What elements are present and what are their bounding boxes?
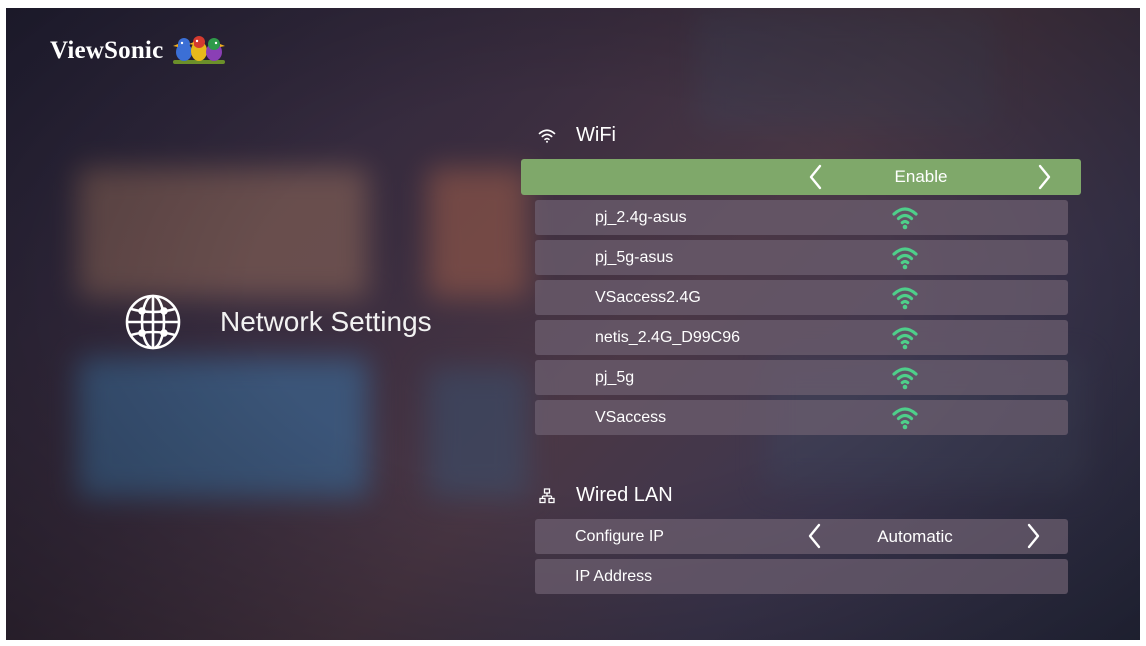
wired-lan-section-label: Wired LAN xyxy=(576,484,673,506)
configure-ip-label: Configure IP xyxy=(575,528,664,545)
chevron-left-icon[interactable] xyxy=(805,162,827,192)
brand-logo: ViewSonic xyxy=(50,34,227,68)
wifi-network-row[interactable]: pj_5g-asus xyxy=(535,240,1068,275)
brand-name: ViewSonic xyxy=(50,37,164,64)
wifi-icon xyxy=(537,126,557,146)
wifi-network-row[interactable]: pj_2.4g-asus xyxy=(535,200,1068,235)
ip-address-row[interactable]: IP Address xyxy=(535,559,1068,594)
birds-logo-icon xyxy=(173,36,226,64)
chevron-right-icon[interactable] xyxy=(1022,521,1044,551)
globe-icon xyxy=(125,294,181,350)
wifi-network-name: pj_2.4g-asus xyxy=(595,209,687,226)
ip-address-label: IP Address xyxy=(575,568,653,585)
wifi-toggle-value: Enable xyxy=(894,167,948,186)
wifi-network-row[interactable]: netis_2.4G_D99C96 xyxy=(535,320,1068,355)
chevron-right-icon[interactable] xyxy=(1033,162,1055,192)
wifi-section-header: WiFi xyxy=(537,124,616,147)
wifi-network-row[interactable]: VSaccess xyxy=(535,400,1068,435)
chevron-left-icon[interactable] xyxy=(804,521,826,551)
configure-ip-row[interactable]: Configure IP Automatic xyxy=(535,519,1068,554)
wifi-network-name: pj_5g xyxy=(595,369,635,386)
wifi-network-row[interactable]: VSaccess2.4G xyxy=(535,280,1068,315)
tv-screen: ViewSonic Network Settings WiFi Enable p… xyxy=(6,8,1140,640)
wifi-section-label: WiFi xyxy=(576,124,616,146)
network-icon xyxy=(537,486,557,506)
wifi-network-row[interactable]: pj_5g xyxy=(535,360,1068,395)
wifi-toggle-row[interactable]: Enable xyxy=(521,159,1081,195)
wifi-network-name: VSaccess xyxy=(595,409,667,426)
wifi-network-list: pj_2.4g-asus pj_5g-asus VSaccess2.4G netis_… xyxy=(535,200,1068,440)
wifi-network-name: pj_5g-asus xyxy=(595,249,674,266)
page-heading: Network Settings xyxy=(124,293,432,351)
wifi-network-name: netis_2.4G_D99C96 xyxy=(595,329,740,346)
configure-ip-value: Automatic xyxy=(877,527,953,546)
wired-lan-section-header: Wired LAN xyxy=(537,484,673,507)
page-title: Network Settings xyxy=(220,306,432,337)
wifi-network-name: VSaccess2.4G xyxy=(595,289,701,306)
